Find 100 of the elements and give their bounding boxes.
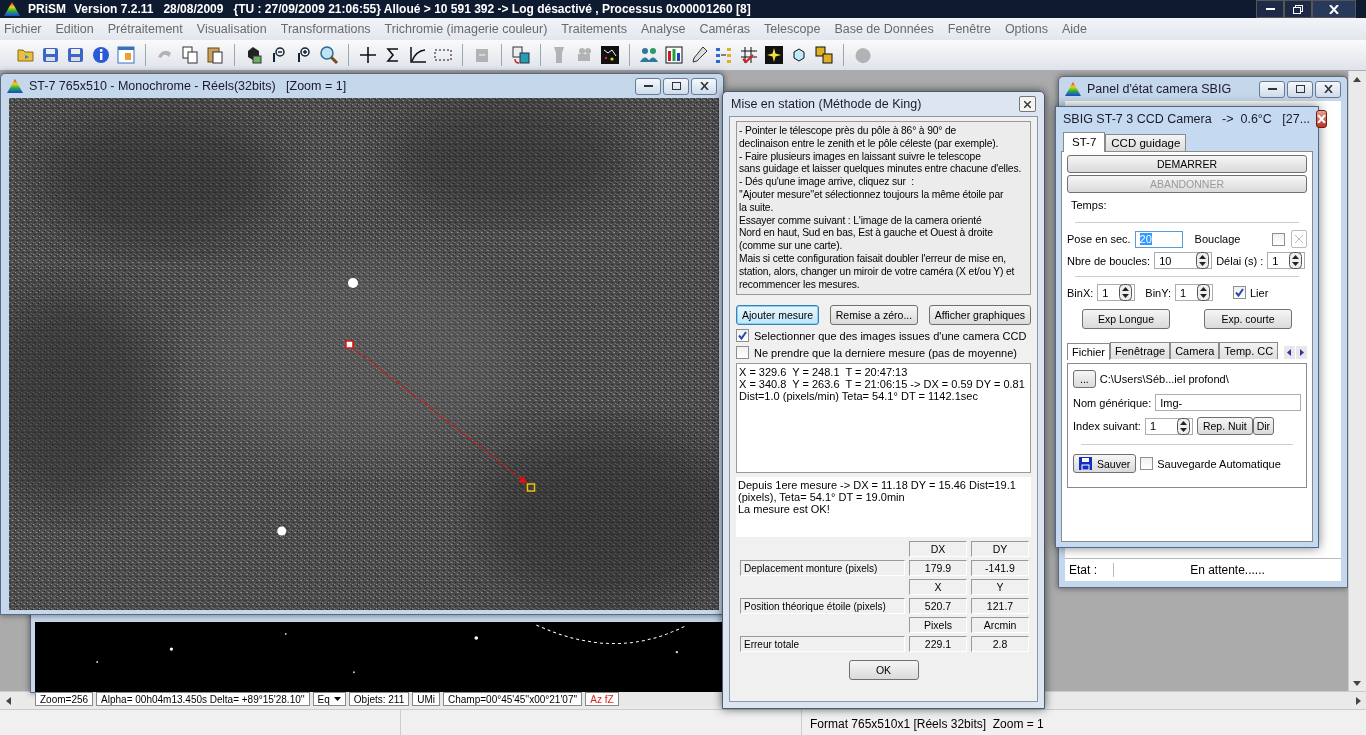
- magnifier-icon[interactable]: [319, 45, 339, 65]
- field-label: Bouclage: [1194, 233, 1241, 245]
- close-button[interactable]: [1312, 0, 1356, 18]
- delay-field[interactable]: 1: [1267, 252, 1306, 269]
- status-field: Zoom=256: [35, 692, 94, 707]
- spinner-icon[interactable]: [1196, 252, 1210, 269]
- status-field: UMi: [412, 692, 440, 707]
- scroll-down-icon[interactable]: [1353, 680, 1361, 686]
- grid-check-icon[interactable]: [739, 45, 759, 65]
- dir-button[interactable]: Dir: [1252, 417, 1275, 435]
- curve-graph-icon[interactable]: [408, 45, 428, 65]
- tab[interactable]: Fenêtrage: [1110, 342, 1171, 359]
- menu-item[interactable]: Prétraitement: [107, 22, 183, 36]
- minimize-button[interactable]: [635, 77, 661, 95]
- dot-grid-icon[interactable]: [714, 45, 734, 65]
- dialog-button[interactable]: Remise a zéro...: [829, 305, 919, 326]
- people-icon[interactable]: [639, 45, 659, 65]
- spinner-icon[interactable]: [1289, 252, 1303, 269]
- scroll-right-icon[interactable]: [1296, 346, 1307, 359]
- menu-item[interactable]: Base de Données: [834, 22, 934, 36]
- scroll-up-icon[interactable]: [1353, 76, 1361, 82]
- menu-item[interactable]: Trichromie (imagerie couleur): [384, 22, 548, 36]
- menu-item[interactable]: Aide: [1061, 22, 1087, 36]
- link-checkbox[interactable]: [1233, 286, 1246, 299]
- bin-x-field[interactable]: 1: [1097, 284, 1136, 301]
- menu-item[interactable]: Traitements: [561, 22, 627, 36]
- loop-checkbox[interactable]: [1272, 232, 1285, 246]
- paste-icon[interactable]: [205, 45, 225, 65]
- spinner-icon[interactable]: [1176, 417, 1190, 435]
- menu-item[interactable]: Edition: [55, 22, 94, 36]
- scroll-left-icon[interactable]: [5, 696, 11, 705]
- tab[interactable]: ST-7: [1063, 132, 1106, 152]
- tab[interactable]: Temp. CC: [1219, 342, 1279, 359]
- option-checkbox[interactable]: [736, 346, 749, 360]
- restore-button[interactable]: [1284, 0, 1312, 18]
- browse-button[interactable]: ...: [1073, 370, 1096, 388]
- dialog-button[interactable]: Afficher graphiques: [928, 305, 1031, 326]
- window-title: Panel d'état camera SBIG: [1087, 82, 1233, 96]
- menu-item[interactable]: Fenêtre: [947, 22, 991, 36]
- star-map-icon[interactable]: [600, 45, 620, 65]
- start-button[interactable]: DEMARRER: [1067, 155, 1307, 173]
- maximize-icon: [671, 82, 681, 90]
- status-text: Format 765x510x1 [Réels 32bits] Zoom = 1: [809, 716, 1045, 733]
- menu-item[interactable]: Analyse: [640, 22, 686, 36]
- name-field[interactable]: Img-: [1155, 394, 1301, 411]
- close-button[interactable]: [1315, 80, 1341, 98]
- coordinate-dropdown[interactable]: Eq: [312, 692, 346, 707]
- status-field: Alpha= 00h04m13.450s Delta= +89°15'28.10'': [96, 692, 310, 707]
- ok-button[interactable]: OK: [848, 660, 919, 681]
- maximize-button[interactable]: [663, 77, 689, 95]
- maximize-button[interactable]: [1287, 80, 1313, 98]
- end-marker: [526, 483, 536, 492]
- close-button[interactable]: [1316, 110, 1328, 128]
- close-button[interactable]: [1019, 96, 1036, 112]
- close-button[interactable]: [691, 77, 717, 95]
- status-field: Objets: 211: [348, 692, 410, 707]
- menu-item[interactable]: Transformations: [280, 22, 371, 36]
- bin-y-field[interactable]: 1: [1175, 284, 1213, 301]
- checkbox-label: Ne prendre que la derniere mesure (pas de moyenne): [754, 346, 1017, 359]
- save-button[interactable]: Sauver: [1073, 454, 1137, 473]
- star-icon[interactable]: [764, 45, 784, 65]
- pen-icon[interactable]: [689, 45, 709, 65]
- dialog-button[interactable]: Ajouter mesure: [736, 305, 820, 326]
- checkbox-label: Sauvegarde Automatique: [1157, 457, 1281, 470]
- loop-count-field[interactable]: 10: [1154, 252, 1213, 269]
- menu-item[interactable]: Fichier: [4, 22, 42, 36]
- window-icon[interactable]: [116, 45, 136, 65]
- checkmark-icon: [737, 330, 748, 342]
- index-field[interactable]: 1: [1144, 417, 1193, 435]
- field-label: BinX:: [1067, 286, 1094, 299]
- tab[interactable]: CCD guidage: [1105, 134, 1187, 151]
- minimize-button[interactable]: [1256, 0, 1284, 18]
- menu-item[interactable]: Options: [1004, 22, 1048, 36]
- option-checkbox[interactable]: [736, 329, 749, 343]
- minimize-button[interactable]: [1259, 80, 1285, 98]
- copy-icon[interactable]: [180, 45, 200, 65]
- menu-item[interactable]: Caméras: [699, 22, 751, 36]
- spinner-icon[interactable]: [1119, 284, 1133, 301]
- menu-item[interactable]: Telescope: [764, 22, 821, 36]
- spinner-icon[interactable]: [1197, 284, 1210, 301]
- night-folder-button[interactable]: Rep. Nuit: [1196, 417, 1253, 435]
- scroll-left-icon[interactable]: [1284, 346, 1295, 359]
- exposure-button[interactable]: Exp Longue: [1082, 309, 1170, 329]
- squares-icon[interactable]: [814, 45, 834, 65]
- dropdown-arrow-icon: [333, 697, 341, 702]
- menu-item[interactable]: Visualisation: [196, 22, 267, 36]
- tab[interactable]: Camera: [1170, 342, 1220, 359]
- exposure-button[interactable]: Exp. courte: [1204, 309, 1292, 329]
- result-text: La mesure est OK!: [738, 503, 831, 516]
- start-marker: [345, 340, 354, 349]
- info-icon[interactable]: [91, 45, 111, 65]
- dialog-title: Mise en station (Méthode de King): [731, 97, 923, 111]
- folder-path: C:\Users\Séb...iel profond\: [1099, 373, 1229, 385]
- vertical-scrollbar[interactable]: [1348, 71, 1366, 691]
- crosshair-icon[interactable]: [358, 45, 378, 65]
- bar-chart-icon[interactable]: [664, 45, 684, 65]
- scroll-right-icon[interactable]: [1355, 696, 1361, 705]
- tab[interactable]: Fichier: [1067, 343, 1110, 360]
- autosave-checkbox[interactable]: [1140, 457, 1154, 470]
- transfer-icon[interactable]: [511, 45, 531, 65]
